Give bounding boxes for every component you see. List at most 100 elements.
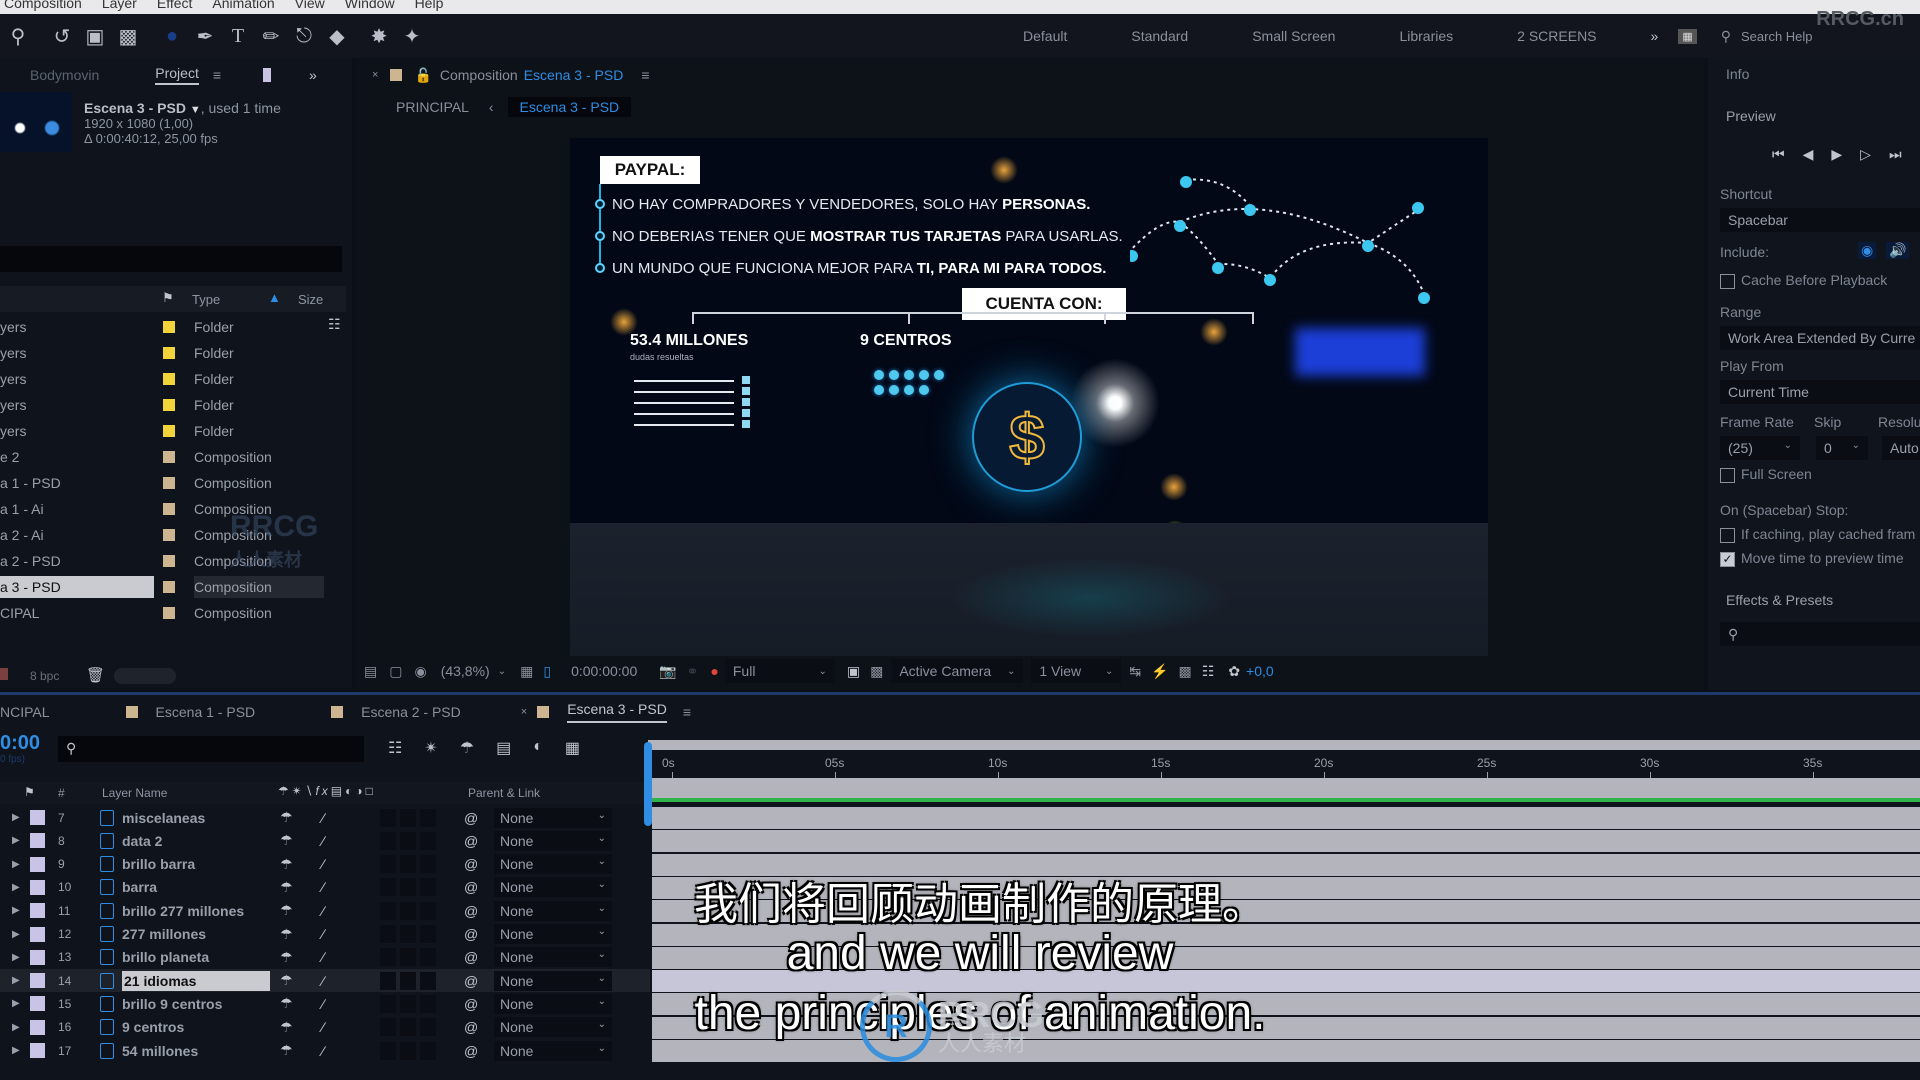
snapshot-icon[interactable]: 📷 (659, 663, 676, 680)
quality-switch-icon[interactable]: ∕ (322, 1043, 324, 1059)
workspace-2-screens[interactable]: 2 SCREENS (1517, 28, 1596, 44)
shy-layers-icon[interactable]: ☂ (460, 738, 474, 758)
breadcrumb-principal[interactable]: PRINCIPAL (396, 99, 469, 115)
sort-ascending-icon[interactable]: ▲ (268, 290, 281, 305)
next-frame-icon[interactable]: ▷ (1860, 146, 1871, 163)
timeline-icon[interactable]: ▩ (1179, 663, 1192, 680)
project-item[interactable]: yers Folder (0, 366, 330, 392)
fast-previews-icon[interactable]: ⚡ (1151, 663, 1168, 680)
expand-panels-icon[interactable]: » (309, 67, 317, 83)
tab-bodymovin[interactable]: Bodymovin (30, 67, 99, 83)
resolution-dropdown[interactable]: Full ⌄ (724, 659, 835, 683)
current-time-display[interactable]: 0:00:00:00 (571, 663, 637, 679)
project-item[interactable]: yers Folder (0, 392, 330, 418)
column-layer-name[interactable]: Layer Name (102, 786, 167, 800)
switch-cell[interactable] (380, 831, 396, 850)
breadcrumb-current[interactable]: Escena 3 - PSD (507, 97, 632, 117)
project-item[interactable]: a 1 - PSD Composition (0, 470, 330, 496)
info-tab[interactable]: Info (1726, 66, 1749, 82)
switch-cell[interactable] (420, 1041, 436, 1060)
move-time-option[interactable]: ✓ Move time to preview time (1720, 550, 1904, 567)
switch-cell[interactable] (400, 831, 416, 850)
project-item[interactable]: a 3 - PSD Composition (0, 574, 330, 600)
pick-whip-icon[interactable]: @ (464, 810, 478, 826)
always-preview-icon[interactable]: ▤ (364, 663, 377, 680)
comp-panel-menu-icon[interactable]: ≡ (641, 67, 649, 83)
panel-menu-icon[interactable]: ≡ (213, 67, 221, 83)
timeline-tab-escena1[interactable]: Escena 1 - PSD (156, 704, 256, 720)
skip-dropdown[interactable]: 0 ⌄ (1816, 436, 1868, 460)
time-ruler[interactable]: 0s 05s 10s 15s 20s 25s 30s 35s (648, 750, 1920, 778)
parent-dropdown[interactable]: None ⌄ (494, 1040, 612, 1061)
project-item[interactable]: yers Folder (0, 314, 330, 340)
color-channels-icon[interactable]: ● (710, 663, 718, 679)
puppet-pin-tool-icon[interactable]: ✦ (397, 21, 427, 51)
layer-duration-bar[interactable] (652, 807, 1920, 829)
breadcrumb-back-icon[interactable]: ‹ (489, 99, 494, 115)
if-caching-checkbox[interactable] (1720, 527, 1735, 543)
project-item[interactable]: yers Folder (0, 418, 330, 444)
interpret-footage-icon[interactable] (0, 668, 8, 680)
monitor-icon[interactable]: ▢ (389, 663, 402, 680)
project-search-input[interactable] (0, 246, 342, 272)
layer-row[interactable]: ▶ 8 data 2 ☂ ∕ @ None ⌄ (0, 829, 650, 852)
include-audio-icon[interactable]: 🔊 (1886, 242, 1910, 259)
show-snapshot-icon[interactable]: ⚭ (687, 663, 699, 680)
label-column-icon[interactable]: ⚑ (24, 785, 35, 799)
pen-tool-icon[interactable]: ✒ (190, 21, 220, 51)
effects-presets-title[interactable]: Effects & Presets (1726, 592, 1833, 608)
thumbnail-scroll[interactable] (114, 668, 176, 684)
safe-margins-icon[interactable]: ▦ (520, 663, 533, 680)
flowchart-icon[interactable]: ☷ (1202, 663, 1215, 680)
shy-switch-icon[interactable]: ☂ (280, 809, 293, 826)
search-icon[interactable]: ⚲ (1721, 28, 1731, 45)
close-tab-icon[interactable]: × (521, 706, 527, 718)
range-dropdown[interactable]: Work Area Extended By Curre (1720, 326, 1920, 350)
switch-cell[interactable] (380, 1041, 396, 1060)
if-caching-option[interactable]: If caching, play cached fram (1720, 526, 1915, 543)
composition-canvas[interactable]: PAYPAL: NO HAY COMPRADORES Y VENDEDORES,… (570, 138, 1488, 656)
composition-mini-flowchart-icon[interactable]: ☷ (388, 738, 402, 758)
transparency-grid-icon[interactable]: ▩ (870, 663, 883, 680)
type-tool-icon[interactable]: T (223, 21, 253, 51)
menu-view[interactable]: View (295, 0, 325, 14)
include-video-icon[interactable]: ◉ (1858, 242, 1877, 259)
full-screen-checkbox[interactable] (1720, 467, 1735, 483)
switch-cell[interactable] (400, 808, 416, 827)
quality-switch-icon[interactable]: ∕ (322, 810, 324, 826)
workspace-libraries[interactable]: Libraries (1399, 28, 1453, 44)
zoom-dropdown[interactable]: (43,8%) ⌄ (441, 663, 506, 679)
last-frame-icon[interactable]: ⏭ (1889, 146, 1902, 163)
parent-dropdown[interactable]: None ⌄ (494, 807, 612, 828)
reset-exposure-icon[interactable]: ✿ (1228, 663, 1240, 680)
camera-tool-icon[interactable]: ▣ (80, 21, 110, 51)
region-of-interest-icon[interactable]: ▣ (847, 663, 860, 680)
column-parent[interactable]: Parent & Link (468, 786, 540, 800)
menu-layer[interactable]: Layer (102, 0, 137, 14)
switch-cell[interactable] (380, 808, 396, 827)
full-screen-option[interactable]: Full Screen (1720, 466, 1812, 483)
motion-blur-icon[interactable]: ◐ (533, 738, 543, 758)
more-workspaces-icon[interactable]: » (1651, 28, 1659, 44)
workspace-small-screen[interactable]: Small Screen (1252, 28, 1335, 44)
lock-icon[interactable]: 🔓 (414, 67, 431, 84)
timeline-menu-icon[interactable]: ≡ (683, 704, 691, 720)
view-layout-dropdown[interactable]: 1 View ⌄ (1031, 659, 1122, 683)
sync-settings-icon[interactable]: ▦ (1678, 28, 1697, 44)
layer-duration-bar[interactable] (652, 830, 1920, 853)
mask-visibility-icon[interactable]: ▯ (543, 663, 551, 680)
bpc-button[interactable]: 8 bpc (30, 669, 59, 683)
previous-frame-icon[interactable]: ◀ (1803, 146, 1814, 163)
expand-layer-icon[interactable]: ▶ (12, 835, 20, 846)
shape-tool-icon[interactable]: ● (157, 21, 187, 51)
close-tab-icon[interactable]: × (372, 69, 378, 81)
rotate-tool-icon[interactable]: ↺ (47, 21, 77, 51)
layer-duration-bar[interactable] (652, 1040, 1920, 1062)
parent-dropdown[interactable]: None ⌄ (494, 830, 612, 851)
toggle-pixel-aspect-icon[interactable]: ↹ (1129, 663, 1141, 680)
graph-editor-icon[interactable]: ▦ (565, 738, 580, 758)
menu-effect[interactable]: Effect (157, 0, 193, 14)
layer-label-swatch[interactable] (30, 1043, 45, 1058)
layer-row[interactable]: ▶ 17 54 millones ☂ ∕ @ None ⌄ (0, 1039, 650, 1062)
column-type[interactable]: Type (192, 292, 220, 307)
